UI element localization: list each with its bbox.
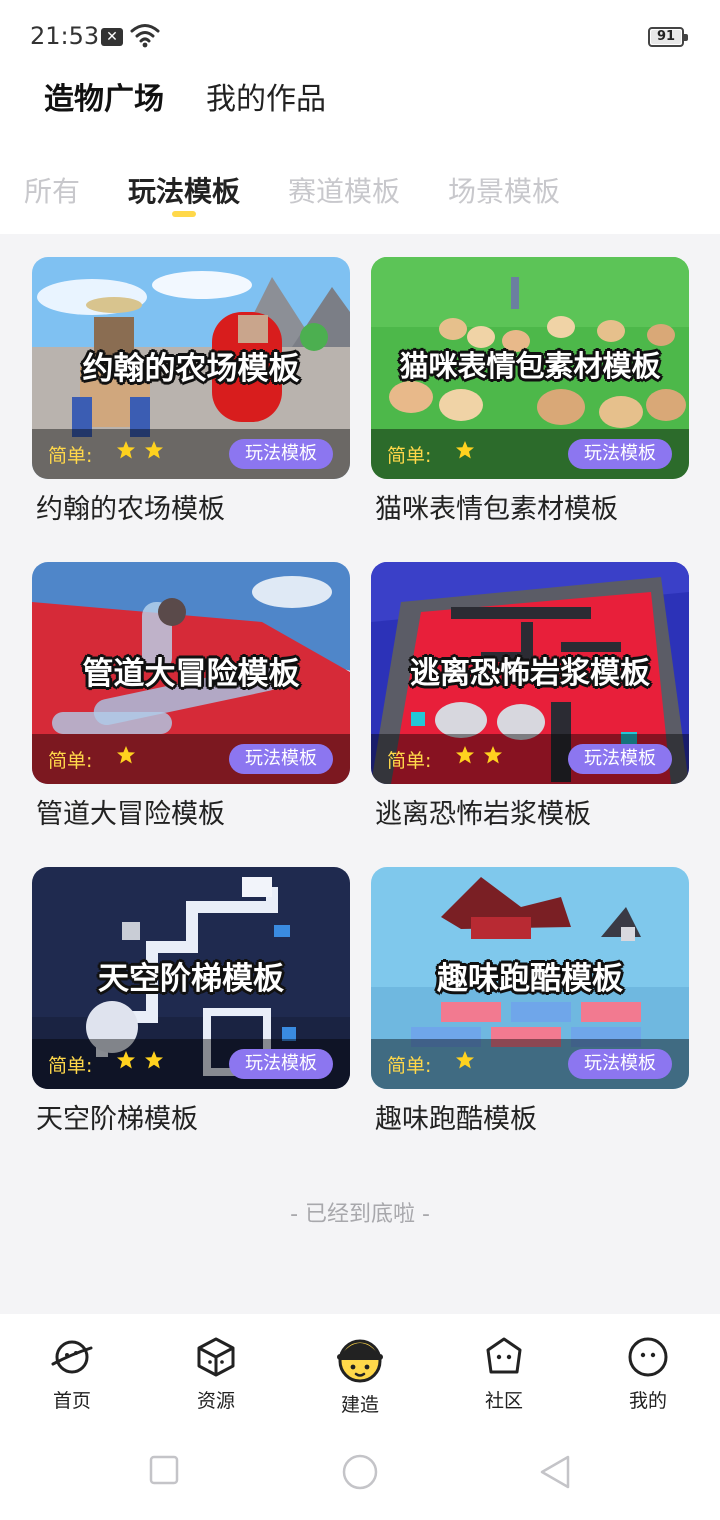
card-thumbnail[interactable]: 管道大冒险模板 简单: 玩法模板	[32, 562, 350, 784]
template-card[interactable]: 趣味跑酷模板 简单: 玩法模板 趣味跑酷模板	[371, 867, 689, 1135]
tab-label: 我的作品	[206, 82, 326, 117]
card-info-bar: 简单: 玩法模板	[371, 734, 689, 784]
difficulty-stars	[455, 440, 475, 460]
tab-creation-plaza[interactable]: 造物广场	[44, 74, 164, 118]
template-card[interactable]: 管道大冒险模板 简单: 玩法模板 管道大冒险模板	[32, 562, 350, 830]
card-title-overlay: 天空阶梯模板	[98, 961, 284, 997]
nav-label: 资源	[196, 1390, 235, 1412]
back-triangle-icon[interactable]	[538, 1454, 572, 1490]
wifi-icon	[130, 24, 160, 48]
template-card[interactable]: 天空阶梯模板 简单: 玩法模板 天空阶梯模板	[32, 867, 350, 1135]
nav-home[interactable]: 首页	[22, 1334, 122, 1413]
end-of-list-text: - 已经到底啦 -	[290, 1202, 430, 1227]
category-all[interactable]: 所有	[24, 170, 80, 210]
star-icon	[145, 441, 163, 459]
star-icon	[117, 1051, 135, 1069]
star-icon	[117, 441, 135, 459]
card-info-bar: 简单: 玩法模板	[32, 429, 350, 479]
card-name[interactable]: 趣味跑酷模板	[375, 1097, 537, 1136]
nav-label: 首页	[52, 1390, 91, 1412]
star-icon	[145, 1051, 163, 1069]
difficulty-label: 简单:	[387, 445, 432, 467]
card-title-overlay: 约翰的农场模板	[82, 351, 300, 387]
difficulty-stars	[116, 1050, 164, 1070]
card-info-bar: 简单: 玩法模板	[371, 1039, 689, 1089]
nav-build[interactable]: 建造	[310, 1334, 410, 1417]
template-card[interactable]: 约翰的农场模板 简单: 玩法模板 约翰的农场模板	[32, 257, 350, 525]
card-thumbnail[interactable]: 约翰的农场模板 简单: 玩法模板	[32, 257, 350, 479]
card-name[interactable]: 猫咪表情包素材模板	[375, 487, 618, 526]
card-title-overlay: 逃离恐怖岩浆模板	[410, 656, 650, 691]
planet-icon	[51, 1340, 93, 1374]
difficulty-stars	[116, 440, 164, 460]
card-title-overlay: 猫咪表情包素材模板	[399, 349, 661, 383]
difficulty-label: 简单:	[48, 445, 93, 467]
tab-my-works[interactable]: 我的作品	[206, 74, 326, 118]
difficulty-label: 简单:	[48, 750, 93, 772]
difficulty-label: 简单:	[48, 1055, 93, 1077]
card-info-bar: 简单: 玩法模板	[32, 1039, 350, 1089]
nav-label: 我的	[628, 1390, 667, 1412]
star-icon	[456, 1051, 474, 1069]
difficulty-stars	[116, 745, 136, 765]
battery-icon: 91	[648, 27, 688, 47]
card-thumbnail[interactable]: 猫咪表情包素材模板 简单: 玩法模板	[371, 257, 689, 479]
card-name[interactable]: 约翰的农场模板	[36, 487, 225, 526]
nav-community[interactable]: 社区	[454, 1334, 554, 1413]
status-time: 21:53	[30, 22, 100, 50]
difficulty-label: 简单:	[387, 750, 432, 772]
category-gameplay-template[interactable]: 玩法模板	[128, 170, 240, 210]
nav-mine[interactable]: 我的	[598, 1334, 698, 1413]
difficulty-label: 简单:	[387, 1055, 432, 1077]
template-type-badge: 玩法模板	[229, 1049, 333, 1079]
card-name[interactable]: 天空阶梯模板	[36, 1097, 198, 1136]
category-scene-template[interactable]: 场景模板	[448, 170, 560, 210]
category-track-template[interactable]: 赛道模板	[288, 170, 400, 210]
tab-label: 造物广场	[44, 82, 164, 117]
star-icon	[456, 441, 474, 459]
nav-resources[interactable]: 资源	[166, 1334, 266, 1413]
star-icon	[484, 746, 502, 764]
card-title-overlay: 趣味跑酷模板	[437, 961, 623, 997]
template-card[interactable]: 猫咪表情包素材模板 简单: 玩法模板 猫咪表情包素材模板	[371, 257, 689, 525]
template-type-badge: 玩法模板	[229, 744, 333, 774]
template-type-badge: 玩法模板	[568, 744, 672, 774]
nav-label: 社区	[484, 1390, 523, 1412]
face-icon	[628, 1337, 668, 1377]
template-card[interactable]: 逃离恐怖岩浆模板 简单: 玩法模板 逃离恐怖岩浆模板	[371, 562, 689, 830]
card-name[interactable]: 逃离恐怖岩浆模板	[375, 792, 591, 831]
hardhat-face-icon	[337, 1339, 383, 1383]
card-name[interactable]: 管道大冒险模板	[36, 792, 225, 831]
star-icon	[456, 746, 474, 764]
template-type-badge: 玩法模板	[229, 439, 333, 469]
bottom-nav: 首页 资源 建造 社区 我的	[0, 1314, 720, 1520]
difficulty-stars	[455, 745, 503, 765]
card-thumbnail[interactable]: 天空阶梯模板 简单: 玩法模板	[32, 867, 350, 1089]
battery-level: 91	[656, 29, 676, 44]
template-type-badge: 玩法模板	[568, 439, 672, 469]
card-info-bar: 简单: 玩法模板	[371, 429, 689, 479]
recent-apps-icon[interactable]	[148, 1454, 180, 1486]
card-info-bar: 简单: 玩法模板	[32, 734, 350, 784]
top-panel: 21:53 ✕ 91 造物广场 我的作品 所有 玩法模板 赛道模板 场景模板	[0, 0, 720, 234]
card-title-overlay: 管道大冒险模板	[82, 656, 300, 692]
sim-status-icon: ✕	[101, 28, 123, 46]
difficulty-stars	[455, 1050, 475, 1070]
nav-label: 建造	[340, 1394, 379, 1416]
category-indicator	[172, 211, 196, 217]
card-thumbnail[interactable]: 逃离恐怖岩浆模板 简单: 玩法模板	[371, 562, 689, 784]
home-circle-icon[interactable]	[340, 1452, 380, 1492]
card-thumbnail[interactable]: 趣味跑酷模板 简单: 玩法模板	[371, 867, 689, 1089]
cube-icon	[197, 1337, 235, 1377]
template-type-badge: 玩法模板	[568, 1049, 672, 1079]
blob-face-icon	[486, 1337, 522, 1374]
star-icon	[117, 746, 135, 764]
status-bar: 21:53 ✕ 91	[0, 0, 720, 72]
